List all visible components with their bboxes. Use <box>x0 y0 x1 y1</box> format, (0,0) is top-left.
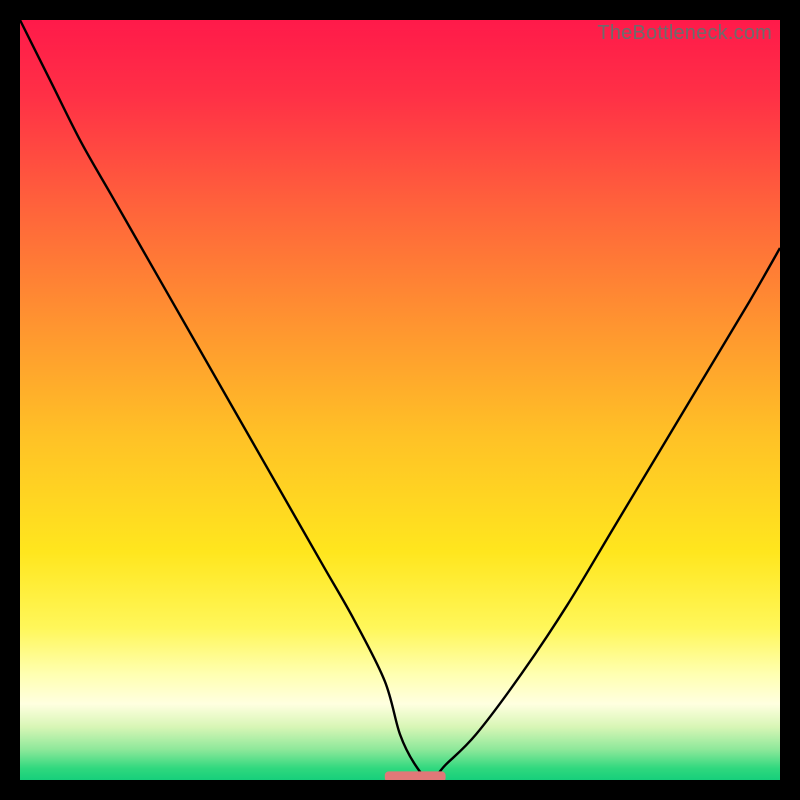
plot-area <box>20 20 780 780</box>
watermark-text: TheBottleneck.com <box>597 22 772 45</box>
optimal-marker <box>385 771 446 780</box>
gradient-background <box>20 20 780 780</box>
chart-frame: TheBottleneck.com <box>10 10 790 790</box>
bottleneck-chart <box>20 20 780 780</box>
